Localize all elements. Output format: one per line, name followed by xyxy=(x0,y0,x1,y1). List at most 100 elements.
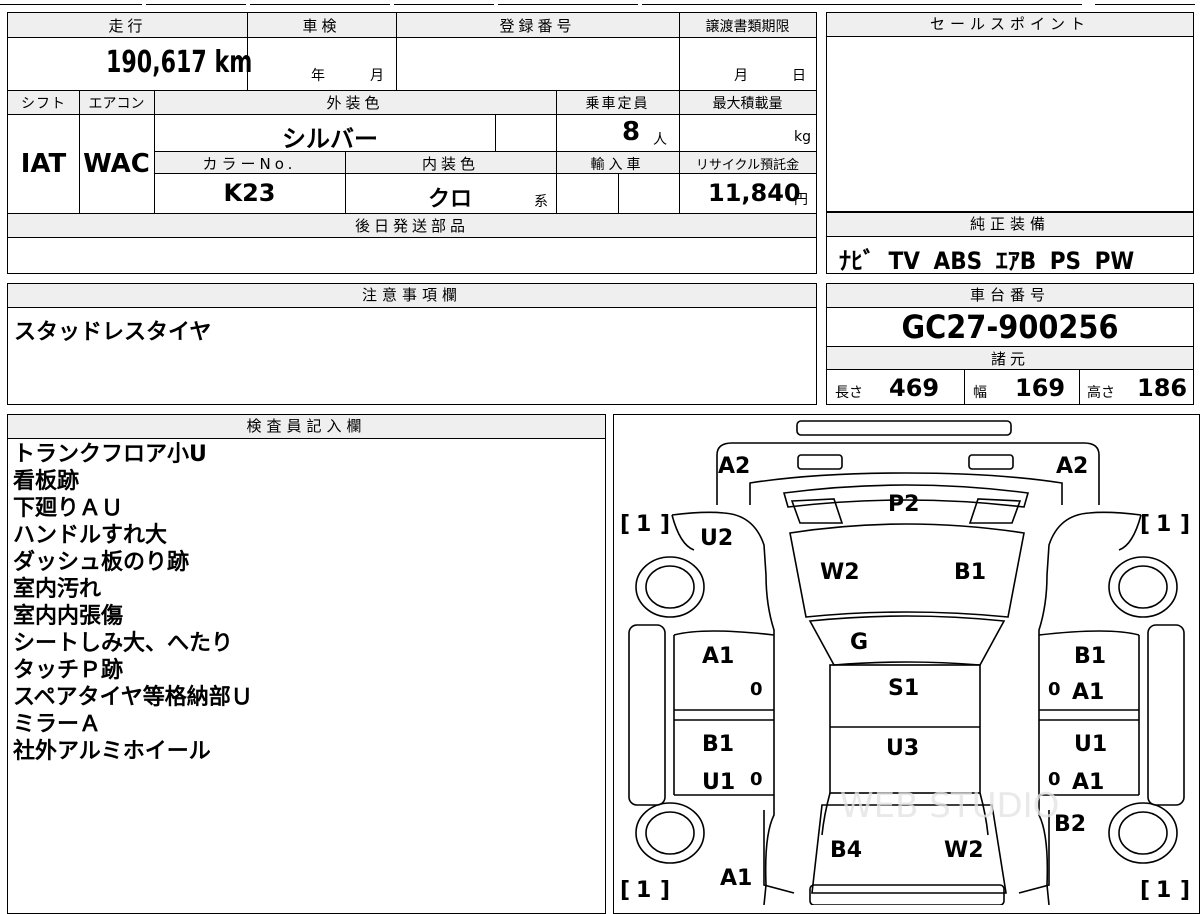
note-line: 看板跡 xyxy=(13,469,80,494)
exterior-color-value: シルバー xyxy=(282,125,378,153)
color-no-label: カラーNo. xyxy=(202,155,297,173)
code-rear-bumper-left: A2 xyxy=(718,454,750,479)
import-label: 輸入車 xyxy=(590,157,645,173)
spec-width-label: 幅 xyxy=(973,385,987,401)
interior-color-label: 内装色 xyxy=(421,155,479,173)
caution-label: 注意事項欄 xyxy=(8,284,816,308)
inspection-label: 車検 xyxy=(302,17,341,35)
code-seat-1: S1 xyxy=(888,676,919,701)
max-load-label: 最大積載量 xyxy=(712,96,783,112)
code-rear-glass: P2 xyxy=(888,492,919,517)
transfer-month: 月 xyxy=(734,68,748,84)
recycle-fee-label: リサイクル預託金 xyxy=(695,158,800,173)
transfer-day: 日 xyxy=(792,68,806,84)
interior-color-unit: 系 xyxy=(534,194,548,210)
code-roof-left: W2 xyxy=(820,560,860,585)
chassis-number-value: GC27-900256 xyxy=(901,308,1119,346)
inspection-month: 月 xyxy=(370,68,384,84)
genuine-equipment-list: ﾅﾋﾞ TV ABS ｴｱB PS PW xyxy=(839,247,1135,275)
specs-label: 諸元 xyxy=(990,350,1029,368)
code-front-left: A1 xyxy=(720,866,752,891)
tire-rear-left: 1 xyxy=(636,878,651,903)
sales-point-label: セールスポイント xyxy=(827,13,1193,37)
mileage-value: 190,617 km xyxy=(106,45,253,80)
tire-front-left: 1 xyxy=(636,512,651,537)
capacity-label: 乗車定員 xyxy=(585,96,650,112)
car-diagram: [] [] [] [] 1 1 1 1 0 0 0 0 WEB STUDIO A… xyxy=(620,420,1190,905)
code-roof-right: B1 xyxy=(954,560,986,585)
aircon-label: エアコン xyxy=(88,96,145,112)
svg-text:]: ] xyxy=(1180,512,1190,537)
genuine-equipment-label: 純正装備 xyxy=(827,213,1193,237)
code-left-front-door-2: U1 xyxy=(702,770,735,795)
recycle-fee-value: 11,840 xyxy=(708,179,801,207)
code-left-front-door-1: B1 xyxy=(702,732,734,757)
code-left-rear-door: A1 xyxy=(702,644,734,669)
genuine-equipment-box: 純正装備 ﾅﾋﾞ TV ABS ｴｱB PS PW xyxy=(826,212,1194,275)
registration-label: 登録番号 xyxy=(499,17,576,35)
code-hood-right: W2 xyxy=(944,838,984,863)
code-hood-left: B4 xyxy=(830,838,862,863)
tire-front-right: 1 xyxy=(1156,512,1171,537)
transfer-deadline-label: 譲渡書類期限 xyxy=(705,19,790,35)
vehicle-info-table: 走行 車検 登録番号 譲渡書類期限 190,617 km 年 月 月 日 シフト… xyxy=(7,12,817,274)
recycle-fee-unit: 円 xyxy=(794,192,808,208)
max-load-unit: kg xyxy=(794,129,811,145)
note-line: 室内内張傷 xyxy=(13,604,124,629)
svg-text:]: ] xyxy=(660,878,670,903)
svg-text:[: [ xyxy=(620,512,630,537)
note-line: スペアタイヤ等格納部Ｕ xyxy=(13,685,253,710)
code-seat-2: U3 xyxy=(886,736,919,761)
code-right-rear-door-2: A1 xyxy=(1072,680,1104,705)
interior-color-value: クロ xyxy=(428,187,473,212)
code-windshield: G xyxy=(850,630,868,655)
zero-mark: 0 xyxy=(750,679,763,700)
watermark: WEB STUDIO xyxy=(840,786,1059,826)
svg-text:[: [ xyxy=(1140,512,1150,537)
aircon-value: WAC xyxy=(83,149,150,179)
tire-rear-right: 1 xyxy=(1156,878,1171,903)
code-right-front-door-1: U1 xyxy=(1074,732,1107,757)
capacity-value: 8 xyxy=(622,117,641,147)
spec-length-value: 469 xyxy=(889,374,940,402)
car-diagram-box: [] [] [] [] 1 1 1 1 0 0 0 0 WEB STUDIO A… xyxy=(613,414,1200,914)
shift-value: IAT xyxy=(20,149,67,179)
spec-width-value: 169 xyxy=(1015,374,1066,402)
top-cutoff-row xyxy=(0,0,1200,6)
zero-mark: 0 xyxy=(750,769,763,790)
caution-box: 注意事項欄 スタッドレスタイヤ xyxy=(7,283,817,405)
spec-length-label: 長さ xyxy=(835,385,863,401)
code-right-front-fender: B2 xyxy=(1054,812,1086,837)
capacity-unit: 人 xyxy=(653,132,667,148)
note-line: シートしみ大、へたり xyxy=(13,631,234,656)
note-line: タッチＰ跡 xyxy=(13,658,124,683)
svg-text:[: [ xyxy=(620,878,630,903)
note-line: ハンドルすれ大 xyxy=(13,523,168,548)
zero-mark: 0 xyxy=(1048,679,1061,700)
note-line: ミラーＡ xyxy=(13,712,102,737)
later-parts-label: 後日発送部品 xyxy=(354,217,469,235)
chassis-specs-box: 車台番号 GC27-900256 諸元 長さ 469 幅 169 高さ 186 xyxy=(826,283,1194,405)
code-rear-left-quarter: U2 xyxy=(700,526,733,551)
inspector-notes-box: 検査員記入欄 トランクフロア小U 看板跡 下廻りＡＵ ハンドルすれ大 ダッシュ板… xyxy=(7,414,606,914)
color-no-value: K23 xyxy=(223,179,276,207)
caution-value: スタッドレスタイヤ xyxy=(14,320,212,345)
code-right-front-door-2: A1 xyxy=(1072,770,1104,795)
mileage-label: 走行 xyxy=(108,17,147,35)
sales-point-box: セールスポイント xyxy=(826,12,1194,212)
note-line: 下廻りＡＵ xyxy=(13,496,124,521)
svg-text:[: [ xyxy=(1140,878,1150,903)
note-line: 室内汚れ xyxy=(13,577,102,602)
inspector-notes-label: 検査員記入欄 xyxy=(8,415,605,439)
note-line: 社外アルミホイール xyxy=(13,739,211,764)
exterior-color-label: 外装色 xyxy=(326,94,384,112)
shift-label: シフト xyxy=(21,96,66,112)
spec-height-label: 高さ xyxy=(1087,385,1115,401)
chassis-number-label: 車台番号 xyxy=(827,284,1193,308)
svg-text:]: ] xyxy=(660,512,670,537)
code-rear-bumper-right: A2 xyxy=(1056,454,1088,479)
note-line: ダッシュ板のり跡 xyxy=(13,550,190,575)
svg-text:]: ] xyxy=(1180,878,1190,903)
inspection-year: 年 xyxy=(311,68,325,84)
note-line: トランクフロア小U xyxy=(13,442,207,467)
